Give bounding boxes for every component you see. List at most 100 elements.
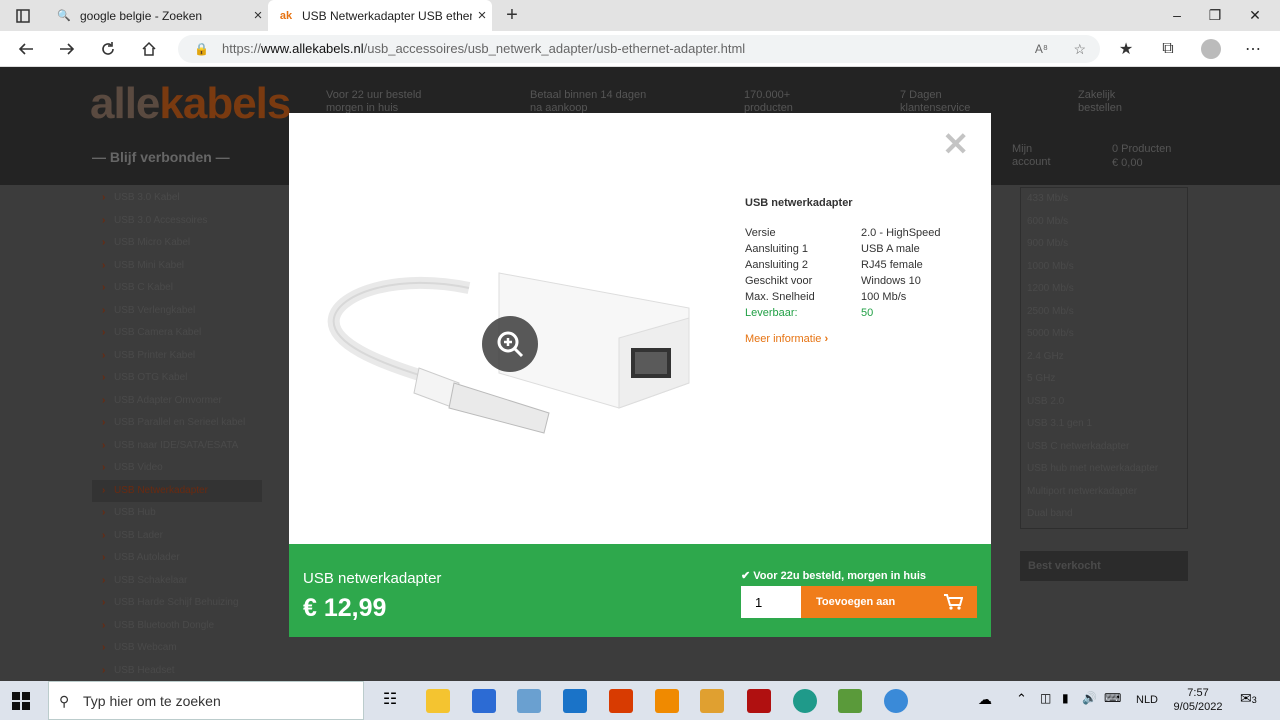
close-tab-icon[interactable]: × xyxy=(248,7,268,24)
filter-link[interactable]: 433 Mb/s xyxy=(1021,188,1187,211)
more-info-link[interactable]: Meer informatie › xyxy=(745,333,975,345)
account-link[interactable]: Mijn account xyxy=(1012,143,1056,169)
app-icon[interactable] xyxy=(517,689,541,713)
url-input[interactable]: 🔒 https://www.allekabels.nl/usb_accessoi… xyxy=(178,35,1100,63)
category-link[interactable]: USB naar IDE/SATA/ESATA xyxy=(92,435,262,458)
close-window-button[interactable]: ✕ xyxy=(1240,4,1270,26)
image-app-icon[interactable] xyxy=(838,689,862,713)
maximize-button[interactable]: ❐ xyxy=(1200,4,1230,26)
spec-row: Versie 2.0 - HighSpeed xyxy=(745,227,975,243)
category-link[interactable]: USB Schakelaar xyxy=(92,570,262,593)
product-price: € 12,99 xyxy=(303,594,387,622)
task-view-icon[interactable]: ☷ xyxy=(378,689,402,713)
cart-count[interactable]: 0 Producten xyxy=(1112,143,1171,156)
category-link[interactable]: USB Autolader xyxy=(92,547,262,570)
filter-link[interactable]: USB 2.0 xyxy=(1021,391,1187,414)
usp-business: Zakelijk bestellen xyxy=(1078,89,1123,114)
weather-icon[interactable]: ☁ xyxy=(978,691,992,708)
back-arrow-icon xyxy=(18,43,33,55)
tab-actions-button[interactable] xyxy=(8,5,38,27)
notification-icon[interactable]: ✉3 xyxy=(1240,690,1257,707)
start-button[interactable] xyxy=(12,692,30,715)
filter-link[interactable]: USB hub met netwerkadapter xyxy=(1021,458,1187,481)
vlc-icon[interactable] xyxy=(655,689,679,713)
network-icon[interactable]: ◫ xyxy=(1040,691,1051,705)
category-link[interactable]: USB Netwerkadapter xyxy=(92,479,262,502)
keyboard-icon[interactable]: ⌨ xyxy=(1104,691,1121,705)
category-link[interactable]: USB Printer Kabel xyxy=(92,345,262,368)
close-tab-icon[interactable]: × xyxy=(472,7,492,24)
site-logo[interactable]: allekabels xyxy=(90,79,291,129)
category-link[interactable]: USB Mini Kabel xyxy=(92,255,262,278)
edge-icon[interactable] xyxy=(793,689,817,713)
add-to-cart-button[interactable]: Toevoegen aan xyxy=(801,586,977,618)
menu-button[interactable]: ⋯ xyxy=(1240,37,1266,61)
mail-icon[interactable] xyxy=(563,689,587,713)
video-icon[interactable] xyxy=(700,689,724,713)
store-icon[interactable] xyxy=(472,689,496,713)
filter-link[interactable]: 2500 Mb/s xyxy=(1021,301,1187,324)
minimize-button[interactable]: – xyxy=(1162,4,1192,26)
category-link[interactable]: USB Video xyxy=(92,457,262,480)
category-link[interactable]: USB Bluetooth Dongle xyxy=(92,615,262,638)
filter-link[interactable]: 5000 Mb/s xyxy=(1021,323,1187,346)
category-link[interactable]: USB Hub xyxy=(92,502,262,525)
spec-row: Aansluiting 2 RJ45 female xyxy=(745,259,975,275)
favorite-star-icon[interactable]: ☆ xyxy=(1073,35,1086,63)
taskbar-search[interactable]: ⚲ Typ hier om te zoeken xyxy=(48,681,364,720)
filter-link[interactable]: 2.4 GHz xyxy=(1021,346,1187,369)
new-tab-button[interactable]: + xyxy=(500,3,524,27)
chevron-up-icon[interactable]: ⌃ xyxy=(1016,691,1027,707)
spec-panel: USB netwerkadapter Versie 2.0 - HighSpeed… xyxy=(745,197,975,345)
category-link[interactable]: USB Headset xyxy=(92,660,262,682)
back-button[interactable] xyxy=(13,37,39,61)
tab-allekabels[interactable]: ak USB Netwerkadapter USB ethern × xyxy=(268,0,492,31)
file-explorer-icon[interactable] xyxy=(426,689,450,713)
collections-button[interactable]: ⧉ xyxy=(1155,37,1181,61)
filter-link[interactable]: USB C netwerkadapter xyxy=(1021,436,1187,459)
volume-icon[interactable]: 🔊 xyxy=(1082,691,1097,705)
filter-link[interactable]: USB 3.1 gen 1 xyxy=(1021,413,1187,436)
filter-link[interactable]: 1200 Mb/s xyxy=(1021,278,1187,301)
close-icon[interactable]: ✕ xyxy=(942,128,969,160)
language-indicator[interactable]: NLD xyxy=(1136,694,1158,706)
favorites-button[interactable]: ★ xyxy=(1113,37,1139,61)
category-link[interactable]: USB Micro Kabel xyxy=(92,232,262,255)
filter-link[interactable]: 5 GHz xyxy=(1021,368,1187,391)
quantity-input[interactable] xyxy=(741,586,801,618)
category-link[interactable]: USB Lader xyxy=(92,525,262,548)
filter-link[interactable]: 900 Mb/s xyxy=(1021,233,1187,256)
purchase-bar: USB netwerkadapter € 12,99 ✔ Voor 22u be… xyxy=(289,544,991,637)
quick-view-modal: ✕ USB netwerkadapter Versie 2.0 - HighSpe… xyxy=(289,113,991,637)
stock-label: Leverbaar: xyxy=(745,307,798,319)
forward-button[interactable] xyxy=(54,37,80,61)
battery-icon[interactable]: ▮ xyxy=(1062,691,1069,705)
filter-link[interactable]: Dual band xyxy=(1021,503,1187,526)
tab-title: USB Netwerkadapter USB ethern xyxy=(302,8,472,23)
read-aloud-icon[interactable]: A⁸ xyxy=(1035,35,1048,63)
category-link[interactable]: USB Adapter Omvormer xyxy=(92,390,262,413)
zoom-button[interactable] xyxy=(482,316,538,372)
home-button[interactable] xyxy=(136,37,162,61)
category-link[interactable]: USB Parallel en Serieel kabel xyxy=(92,412,262,435)
spec-key: Geschikt voor xyxy=(745,275,813,287)
category-link[interactable]: USB C Kabel xyxy=(92,277,262,300)
category-link[interactable]: USB 3.0 Kabel xyxy=(92,187,262,210)
lock-icon: 🔒 xyxy=(194,42,209,56)
category-link[interactable]: USB Webcam xyxy=(92,637,262,660)
reload-button[interactable] xyxy=(95,37,121,61)
clock[interactable]: 7:57 9/05/2022 xyxy=(1170,686,1226,714)
filter-link[interactable]: 1000 Mb/s xyxy=(1021,256,1187,279)
tab-google[interactable]: 🔍 google belgie - Zoeken × xyxy=(46,0,268,31)
internet-explorer-icon[interactable] xyxy=(884,689,908,713)
profile-button[interactable] xyxy=(1198,37,1224,61)
category-link[interactable]: USB OTG Kabel xyxy=(92,367,262,390)
category-link[interactable]: USB Harde Schijf Behuizing xyxy=(92,592,262,615)
category-link[interactable]: USB Camera Kabel xyxy=(92,322,262,345)
filezilla-icon[interactable] xyxy=(747,689,771,713)
filter-link[interactable]: Multiport netwerkadapter xyxy=(1021,481,1187,504)
filter-link[interactable]: 600 Mb/s xyxy=(1021,211,1187,234)
category-link[interactable]: USB Verlengkabel xyxy=(92,300,262,323)
category-link[interactable]: USB 3.0 Accessoires xyxy=(92,210,262,233)
office-icon[interactable] xyxy=(609,689,633,713)
